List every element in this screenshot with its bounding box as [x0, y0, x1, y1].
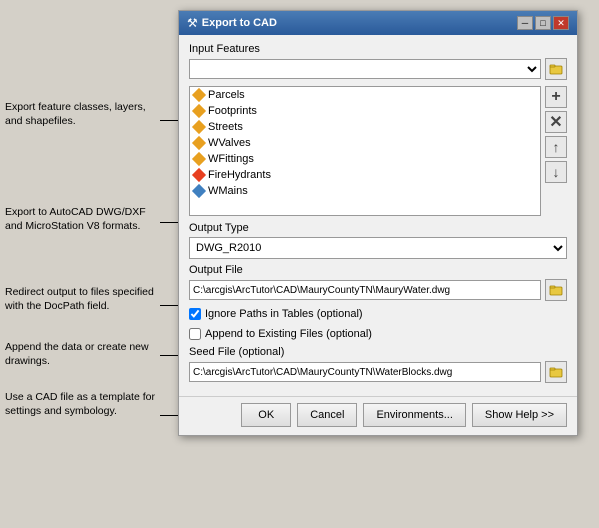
seed-file-value: C:\arcgis\ArcTutor\CAD\MauryCountyTN\Wat…	[189, 362, 541, 382]
environments-button[interactable]: Environments...	[363, 403, 465, 427]
seed-file-group: Seed File (optional) C:\arcgis\ArcTutor\…	[189, 346, 567, 383]
ignore-paths-checkbox[interactable]	[189, 308, 201, 320]
show-help-button[interactable]: Show Help >>	[472, 403, 567, 427]
wmains-icon	[192, 184, 206, 198]
annotation-text-2: Export to AutoCAD DWG/DXF and MicroStati…	[5, 206, 146, 232]
annotation-2: Export to AutoCAD DWG/DXF and MicroStati…	[5, 205, 160, 233]
output-file-label: Output File	[189, 264, 567, 276]
bottom-buttons: OK Cancel Environments... Show Help >>	[179, 396, 577, 435]
list-area-container: Parcels Footprints Streets WValves WFitt…	[189, 86, 567, 216]
list-item-streets: Streets	[190, 119, 540, 135]
folder-seed-icon	[549, 365, 563, 379]
input-features-select[interactable]	[189, 59, 541, 79]
append-row: Append to Existing Files (optional)	[189, 326, 567, 342]
input-features-browse-button[interactable]	[545, 58, 567, 80]
list-box[interactable]: Parcels Footprints Streets WValves WFitt…	[189, 86, 541, 216]
list-item-wfittings: WFittings	[190, 151, 540, 167]
annotation-4: Append the data or create new drawings.	[5, 340, 160, 368]
cancel-button[interactable]: Cancel	[297, 403, 357, 427]
wvalves-label: WValves	[208, 137, 251, 149]
streets-icon	[192, 120, 206, 134]
folder-open-icon	[549, 283, 563, 297]
output-type-group: Output Type DWG_R2010	[189, 222, 567, 259]
output-type-label: Output Type	[189, 222, 567, 234]
title-buttons: ─ □ ✕	[517, 16, 569, 30]
annotation-text-4: Append the data or create new drawings.	[5, 341, 149, 367]
seed-file-label: Seed File (optional)	[189, 346, 567, 358]
firehydrants-icon	[192, 168, 206, 182]
streets-label: Streets	[208, 121, 243, 133]
output-file-browse-button[interactable]	[545, 279, 567, 301]
annotation-1: Export feature classes, layers, and shap…	[5, 100, 160, 128]
wvalves-icon	[192, 136, 206, 150]
title-bar-left: ⚒ Export to CAD	[187, 16, 277, 30]
list-item-wmains: WMains	[190, 183, 540, 199]
ignore-paths-label: Ignore Paths in Tables (optional)	[205, 308, 363, 320]
input-features-row	[189, 58, 567, 80]
dialog-title-icon: ⚒	[187, 16, 198, 30]
close-button[interactable]: ✕	[553, 16, 569, 30]
export-to-cad-dialog: ⚒ Export to CAD ─ □ ✕ Input Features	[178, 10, 578, 436]
output-type-select[interactable]: DWG_R2010	[189, 237, 567, 259]
dialog-title: Export to CAD	[202, 17, 277, 29]
restore-button[interactable]: □	[535, 16, 551, 30]
parcels-icon	[192, 88, 206, 102]
list-item-firehydrants: FireHydrants	[190, 167, 540, 183]
annotation-5: Use a CAD file as a template for setting…	[5, 390, 160, 418]
list-item-wvalves: WValves	[190, 135, 540, 151]
footprints-icon	[192, 104, 206, 118]
move-up-button[interactable]: ↑	[545, 136, 567, 158]
remove-button[interactable]: ✕	[545, 111, 567, 133]
append-label: Append to Existing Files (optional)	[205, 328, 372, 340]
annotation-text-3: Redirect output to files specified with …	[5, 286, 154, 312]
annotation-text-1: Export feature classes, layers, and shap…	[5, 101, 146, 127]
folder-icon	[549, 62, 563, 76]
firehydrants-label: FireHydrants	[208, 169, 271, 181]
list-item-footprints: Footprints	[190, 103, 540, 119]
wfittings-icon	[192, 152, 206, 166]
title-bar: ⚒ Export to CAD ─ □ ✕	[179, 11, 577, 35]
dialog-body: Input Features Parcels Foo	[179, 35, 577, 396]
input-features-label: Input Features	[189, 43, 567, 55]
move-down-button[interactable]: ↓	[545, 161, 567, 183]
output-file-group: Output File C:\arcgis\ArcTutor\CAD\Maury…	[189, 264, 567, 301]
wmains-label: WMains	[208, 185, 248, 197]
seed-file-browse-button[interactable]	[545, 361, 567, 383]
list-item-parcels: Parcels	[190, 87, 540, 103]
parcels-label: Parcels	[208, 89, 245, 101]
minimize-button[interactable]: ─	[517, 16, 533, 30]
footprints-label: Footprints	[208, 105, 257, 117]
ignore-paths-row: Ignore Paths in Tables (optional)	[189, 306, 567, 322]
wfittings-label: WFittings	[208, 153, 254, 165]
output-file-row: C:\arcgis\ArcTutor\CAD\MauryCountyTN\Mau…	[189, 279, 567, 301]
ok-button[interactable]: OK	[241, 403, 291, 427]
append-checkbox[interactable]	[189, 328, 201, 340]
annotation-text-5: Use a CAD file as a template for setting…	[5, 391, 155, 417]
output-file-value: C:\arcgis\ArcTutor\CAD\MauryCountyTN\Mau…	[189, 280, 541, 300]
add-button[interactable]: +	[545, 86, 567, 108]
annotation-3: Redirect output to files specified with …	[5, 285, 160, 313]
seed-file-row: C:\arcgis\ArcTutor\CAD\MauryCountyTN\Wat…	[189, 361, 567, 383]
list-buttons: + ✕ ↑ ↓	[545, 86, 567, 216]
